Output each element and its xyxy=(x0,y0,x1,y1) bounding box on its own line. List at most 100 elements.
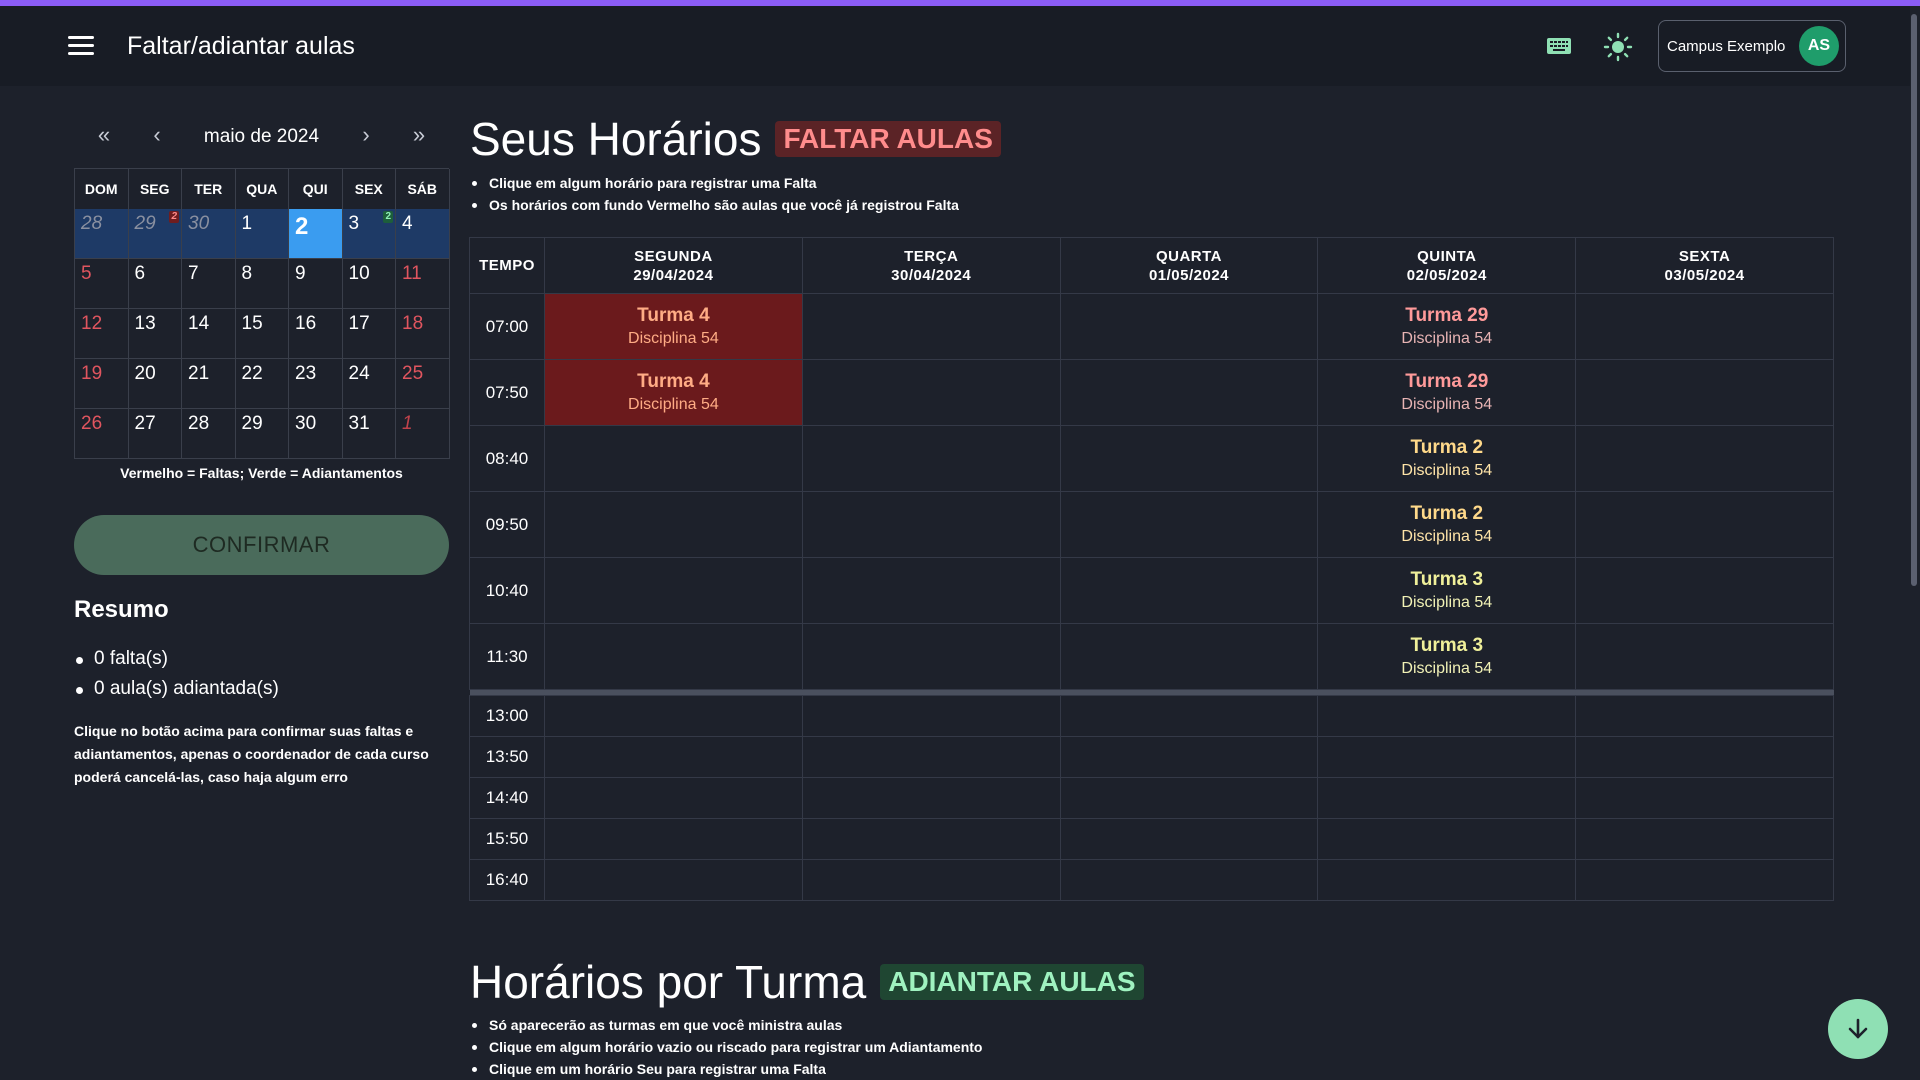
class-slot[interactable]: Turma 2 Disciplina 54 xyxy=(1317,425,1577,492)
empty-slot[interactable] xyxy=(1317,695,1577,737)
calendar-day[interactable]: 4 xyxy=(396,209,450,259)
empty-slot[interactable] xyxy=(544,777,803,819)
empty-slot[interactable] xyxy=(801,491,1061,558)
scroll-down-button[interactable] xyxy=(1828,999,1888,1059)
class-slot-falta[interactable]: Turma 4 Disciplina 54 xyxy=(544,359,803,426)
avatar[interactable]: AS xyxy=(1799,26,1839,66)
empty-slot[interactable] xyxy=(1059,359,1319,426)
empty-slot[interactable] xyxy=(1317,777,1577,819)
empty-slot[interactable] xyxy=(544,425,803,492)
calendar-day[interactable]: 10 xyxy=(342,259,396,309)
empty-slot[interactable] xyxy=(1575,623,1834,690)
calendar-day[interactable]: 17 xyxy=(342,309,396,359)
empty-slot[interactable] xyxy=(1575,736,1834,778)
empty-slot[interactable] xyxy=(1575,425,1834,492)
calendar-day[interactable]: 30 xyxy=(182,209,236,259)
calendar-day[interactable]: 16 xyxy=(289,309,343,359)
calendar-day[interactable]: 20 xyxy=(128,359,182,409)
empty-slot[interactable] xyxy=(801,818,1061,860)
keyboard-icon[interactable] xyxy=(1546,36,1572,56)
theme-toggle-sun-icon[interactable] xyxy=(1603,32,1633,62)
calendar-day[interactable]: 28 xyxy=(182,409,236,459)
empty-slot[interactable] xyxy=(1059,557,1319,624)
empty-slot[interactable] xyxy=(1575,777,1834,819)
calendar-day[interactable]: 12 xyxy=(75,309,129,359)
empty-slot[interactable] xyxy=(1575,491,1834,558)
class-slot[interactable]: Turma 3 Disciplina 54 xyxy=(1317,623,1577,690)
calendar-day[interactable]: 30 xyxy=(289,409,343,459)
empty-slot[interactable] xyxy=(1317,859,1577,901)
calendar-day[interactable]: 1 xyxy=(396,409,450,459)
confirm-button[interactable]: CONFIRMAR xyxy=(74,515,449,575)
calendar-day[interactable]: 11 xyxy=(396,259,450,309)
calendar-day[interactable]: 21 xyxy=(182,359,236,409)
empty-slot[interactable] xyxy=(801,777,1061,819)
empty-slot[interactable] xyxy=(1059,491,1319,558)
calendar-day[interactable]: 25 xyxy=(396,359,450,409)
empty-slot[interactable] xyxy=(801,293,1061,360)
empty-slot[interactable] xyxy=(801,623,1061,690)
empty-slot[interactable] xyxy=(1575,359,1834,426)
empty-slot[interactable] xyxy=(1059,818,1319,860)
empty-slot[interactable] xyxy=(801,425,1061,492)
empty-slot[interactable] xyxy=(801,695,1061,737)
empty-slot[interactable] xyxy=(544,695,803,737)
calendar-day[interactable]: 9 xyxy=(289,259,343,309)
empty-slot[interactable] xyxy=(801,557,1061,624)
empty-slot[interactable] xyxy=(544,491,803,558)
empty-slot[interactable] xyxy=(1575,695,1834,737)
empty-slot[interactable] xyxy=(1059,777,1319,819)
calendar-day[interactable]: 29 xyxy=(235,409,289,459)
empty-slot[interactable] xyxy=(1575,818,1834,860)
calendar-day[interactable]: 15 xyxy=(235,309,289,359)
calendar-day[interactable]: 6 xyxy=(128,259,182,309)
calendar-day[interactable]: 18 xyxy=(396,309,450,359)
calendar-day[interactable]: 8 xyxy=(235,259,289,309)
empty-slot[interactable] xyxy=(1317,736,1577,778)
scrollbar-thumb[interactable] xyxy=(1911,14,1917,586)
empty-slot[interactable] xyxy=(1059,695,1319,737)
empty-slot[interactable] xyxy=(544,859,803,901)
calendar-day[interactable]: 26 xyxy=(75,409,129,459)
class-slot[interactable]: Turma 2 Disciplina 54 xyxy=(1317,491,1577,558)
empty-slot[interactable] xyxy=(801,859,1061,901)
empty-slot[interactable] xyxy=(1575,557,1834,624)
empty-slot[interactable] xyxy=(1059,425,1319,492)
calendar-day[interactable]: 23 xyxy=(289,359,343,409)
calendar-day[interactable]: 14 xyxy=(182,309,236,359)
calendar-day[interactable]: 31 xyxy=(342,409,396,459)
next-year-icon[interactable]: » xyxy=(404,122,434,148)
calendar-day[interactable]: 19 xyxy=(75,359,129,409)
class-slot[interactable]: Turma 29 Disciplina 54 xyxy=(1317,293,1577,360)
calendar-day[interactable]: 28 xyxy=(75,209,129,259)
next-month-icon[interactable]: › xyxy=(351,122,381,148)
empty-slot[interactable] xyxy=(1059,623,1319,690)
calendar-day[interactable]: 7 xyxy=(182,259,236,309)
empty-slot[interactable] xyxy=(1059,293,1319,360)
empty-slot[interactable] xyxy=(1317,818,1577,860)
calendar-day[interactable]: 24 xyxy=(342,359,396,409)
calendar-day[interactable]: 27 xyxy=(128,409,182,459)
empty-slot[interactable] xyxy=(1059,859,1319,901)
calendar-day[interactable]: 32 xyxy=(342,209,396,259)
calendar-day[interactable]: 29 2 xyxy=(128,209,182,259)
empty-slot[interactable] xyxy=(544,557,803,624)
empty-slot[interactable] xyxy=(544,623,803,690)
class-slot[interactable]: Turma 29 Disciplina 54 xyxy=(1317,359,1577,426)
class-slot-falta[interactable]: Turma 4 Disciplina 54 xyxy=(544,293,803,360)
empty-slot[interactable] xyxy=(1575,293,1834,360)
menu-icon[interactable] xyxy=(68,36,96,56)
empty-slot[interactable] xyxy=(1059,736,1319,778)
calendar-day[interactable]: 22 xyxy=(235,359,289,409)
calendar-day[interactable]: 13 xyxy=(128,309,182,359)
class-slot[interactable]: Turma 3 Disciplina 54 xyxy=(1317,557,1577,624)
calendar-day-selected[interactable]: 2 xyxy=(289,209,343,259)
empty-slot[interactable] xyxy=(1575,859,1834,901)
calendar-day[interactable]: 5 xyxy=(75,259,129,309)
empty-slot[interactable] xyxy=(544,736,803,778)
empty-slot[interactable] xyxy=(801,736,1061,778)
campus-selector[interactable]: Campus Exemplo AS xyxy=(1658,20,1846,72)
calendar-day[interactable]: 1 xyxy=(235,209,289,259)
empty-slot[interactable] xyxy=(801,359,1061,426)
empty-slot[interactable] xyxy=(544,818,803,860)
